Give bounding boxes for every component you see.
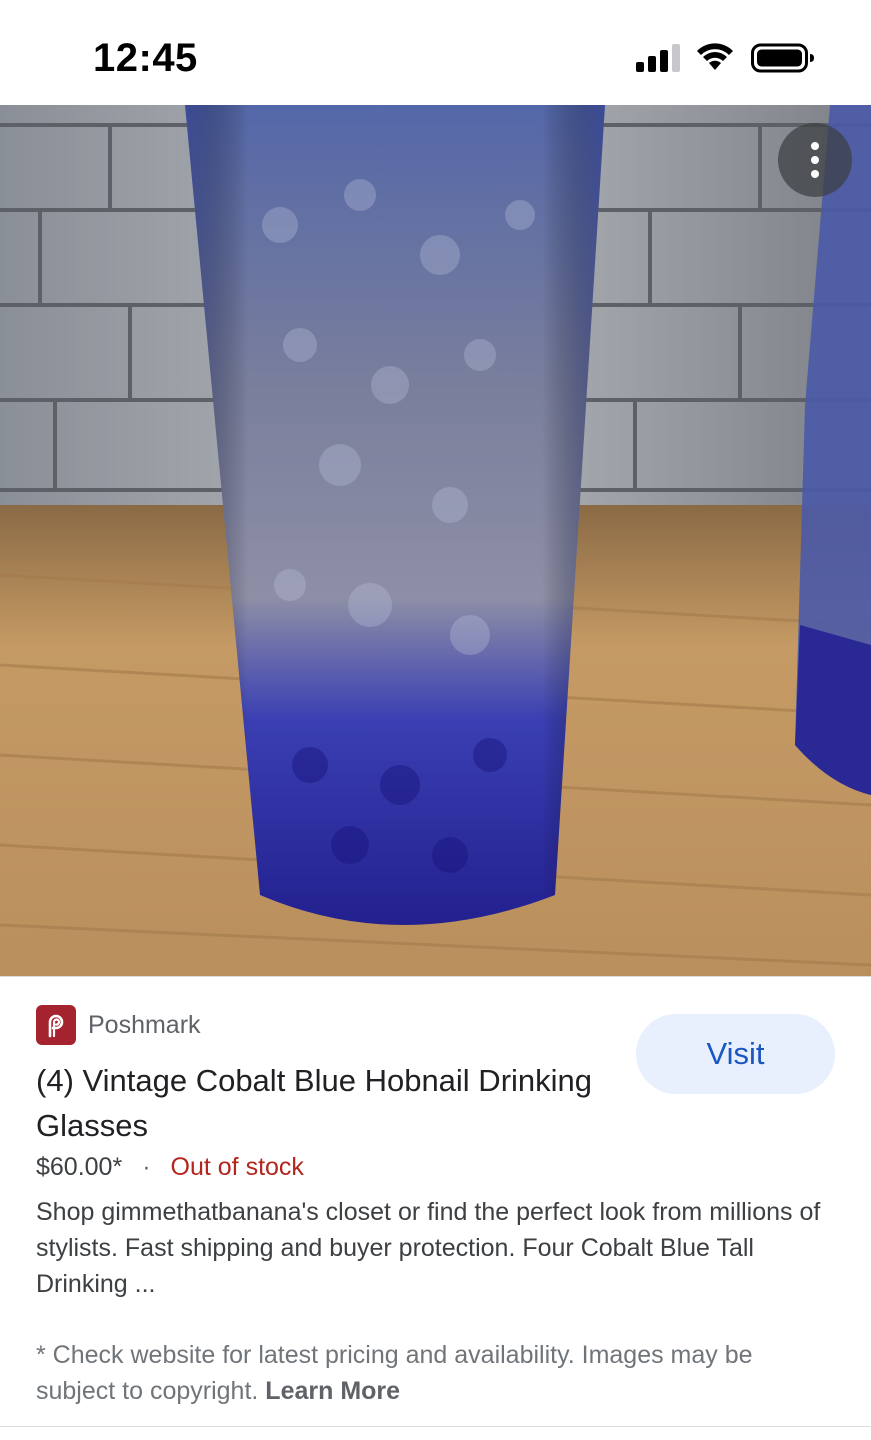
learn-more-link[interactable]: Learn More bbox=[265, 1377, 400, 1405]
product-title[interactable]: (4) Vintage Cobalt Blue Hobnail Drinking… bbox=[36, 1058, 596, 1148]
source-row[interactable]: Poshmark bbox=[36, 1005, 201, 1045]
product-image[interactable] bbox=[0, 105, 871, 977]
status-bar: 12:45 bbox=[0, 0, 871, 105]
wifi-icon bbox=[697, 43, 733, 70]
menu-dot bbox=[811, 142, 819, 150]
poshmark-logo-icon bbox=[36, 1005, 76, 1045]
menu-dot bbox=[811, 156, 819, 164]
status-time: 12:45 bbox=[93, 36, 198, 80]
signal-icon bbox=[636, 44, 680, 72]
visit-button[interactable]: Visit bbox=[636, 1014, 835, 1094]
availability-status: Out of stock bbox=[170, 1153, 304, 1181]
price-row: $60.00* · Out of stock bbox=[36, 1151, 304, 1183]
battery-icon bbox=[751, 43, 814, 73]
divider bbox=[0, 976, 871, 977]
price: $60.00* bbox=[36, 1153, 123, 1181]
source-name: Poshmark bbox=[88, 1010, 201, 1039]
product-photo bbox=[0, 105, 871, 977]
divider bbox=[0, 1426, 871, 1427]
more-vert-icon[interactable] bbox=[778, 123, 852, 197]
disclaimer: * Check website for latest pricing and a… bbox=[36, 1337, 836, 1409]
separator: · bbox=[142, 1153, 151, 1181]
product-description: Shop gimmethatbanana's closet or find th… bbox=[36, 1198, 821, 1298]
menu-dot bbox=[811, 170, 819, 178]
